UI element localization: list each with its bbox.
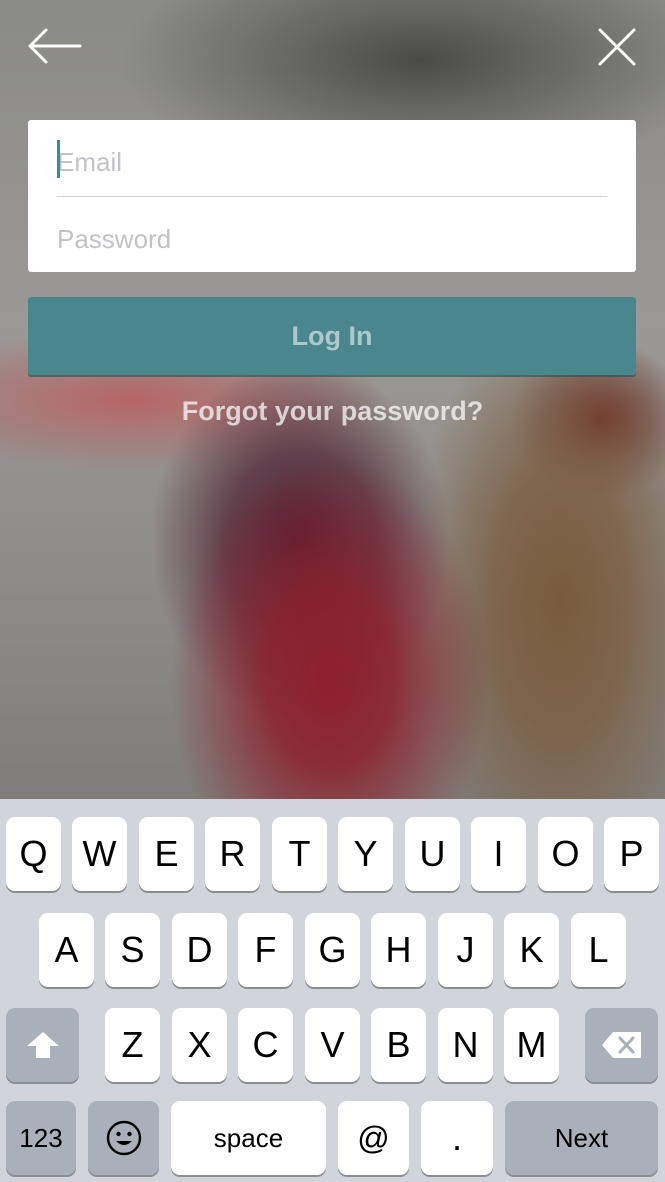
key-n[interactable]: N <box>438 1008 493 1082</box>
key-u[interactable]: U <box>405 817 460 891</box>
close-button[interactable] <box>595 22 639 70</box>
key-d[interactable]: D <box>172 913 227 987</box>
backspace-icon <box>601 1032 641 1058</box>
key-w[interactable]: W <box>72 817 127 891</box>
close-icon <box>598 28 636 66</box>
emoji-icon <box>106 1120 141 1156</box>
email-field[interactable] <box>57 120 607 200</box>
onscreen-keyboard: Q W E R T Y U I O P A S D F G H J K L Z … <box>0 799 665 1182</box>
emoji-key[interactable] <box>88 1101 159 1175</box>
key-f[interactable]: F <box>238 913 293 987</box>
numbers-key[interactable]: 123 <box>6 1101 76 1175</box>
login-form-card <box>28 120 636 277</box>
email-field-container <box>57 120 607 200</box>
login-button[interactable]: Log In <box>28 297 636 375</box>
shift-arrow-icon <box>26 1032 59 1058</box>
key-p[interactable]: P <box>604 817 659 891</box>
delete-key[interactable] <box>585 1008 658 1082</box>
key-l[interactable]: L <box>571 913 626 987</box>
key-b[interactable]: B <box>371 1008 426 1082</box>
dot-key[interactable]: . <box>421 1101 493 1175</box>
key-e[interactable]: E <box>139 817 194 891</box>
key-m[interactable]: M <box>504 1008 559 1082</box>
key-c[interactable]: C <box>238 1008 293 1082</box>
key-r[interactable]: R <box>205 817 260 891</box>
space-key[interactable]: space <box>171 1101 326 1175</box>
back-button[interactable] <box>26 22 82 70</box>
key-y[interactable]: Y <box>338 817 393 891</box>
key-j[interactable]: J <box>438 913 493 987</box>
key-h[interactable]: H <box>371 913 426 987</box>
password-field[interactable] <box>57 197 607 277</box>
shift-key[interactable] <box>6 1008 79 1082</box>
next-key[interactable]: Next <box>505 1101 658 1175</box>
password-field-container <box>57 197 607 277</box>
key-o[interactable]: O <box>538 817 593 891</box>
key-x[interactable]: X <box>172 1008 227 1082</box>
key-k[interactable]: K <box>504 913 559 987</box>
key-i[interactable]: I <box>471 817 526 891</box>
forgot-password-link[interactable]: Forgot your password? <box>0 396 665 427</box>
key-q[interactable]: Q <box>6 817 61 891</box>
text-cursor <box>57 140 60 178</box>
key-a[interactable]: A <box>39 913 94 987</box>
key-t[interactable]: T <box>272 817 327 891</box>
key-z[interactable]: Z <box>105 1008 160 1082</box>
key-g[interactable]: G <box>305 913 360 987</box>
key-v[interactable]: V <box>305 1008 360 1082</box>
key-s[interactable]: S <box>105 913 160 987</box>
at-key[interactable]: @ <box>338 1101 409 1175</box>
arrow-left-icon <box>28 28 82 64</box>
